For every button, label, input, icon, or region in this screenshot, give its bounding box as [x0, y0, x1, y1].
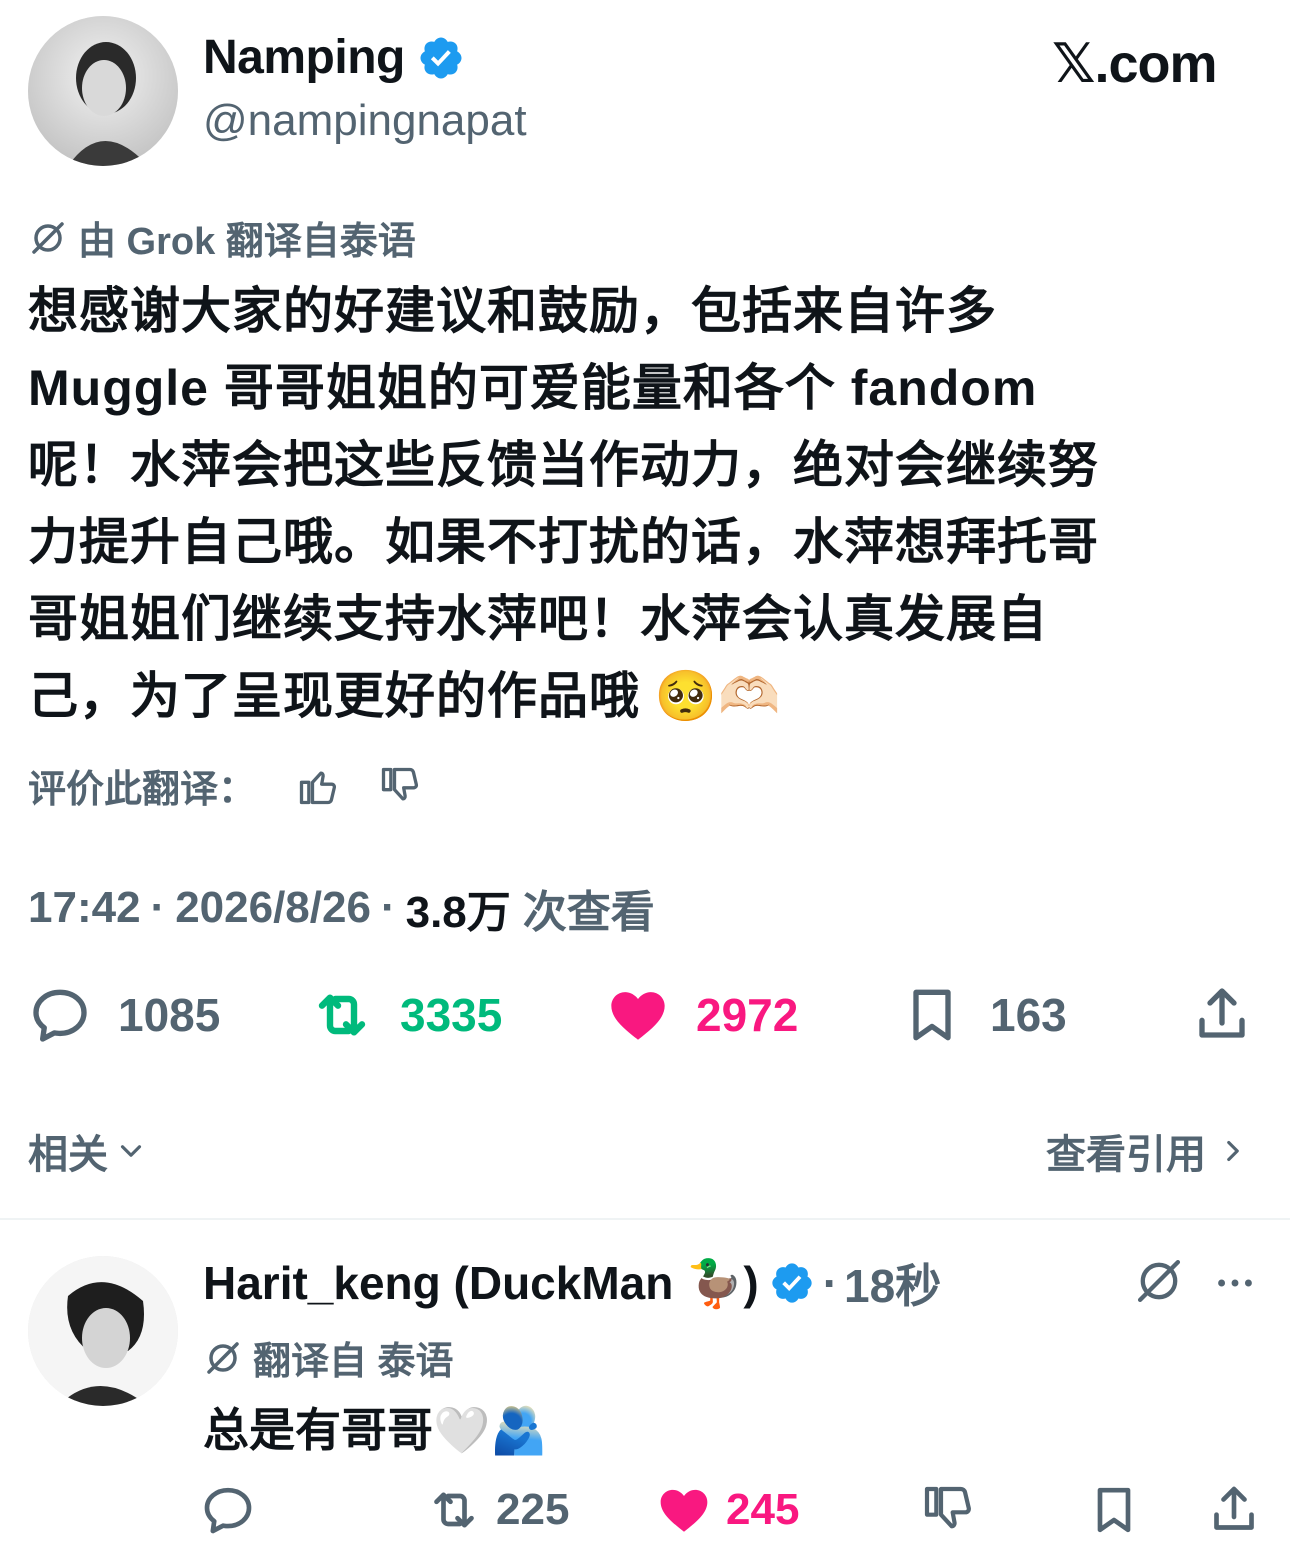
- author-handle[interactable]: @nampingnapat: [203, 96, 527, 146]
- reply-retweet-count: 225: [496, 1485, 570, 1534]
- grok-translate-icon[interactable]: [1132, 1254, 1186, 1308]
- view-label: 次查看: [522, 888, 655, 937]
- section-divider: [0, 1218, 1290, 1220]
- share-button[interactable]: [1190, 980, 1254, 1050]
- share-icon: [1199, 988, 1245, 1038]
- bookmark-button[interactable]: 163: [900, 980, 1067, 1050]
- view-quotes-label: 查看引用: [1046, 1133, 1206, 1177]
- reply-share-button[interactable]: [1206, 1478, 1262, 1542]
- bookmark-count: 163: [990, 989, 1067, 1041]
- rate-translation-label: 评价此翻译：: [28, 769, 257, 811]
- reply-translation-label[interactable]: 翻译自 泰语: [253, 1330, 454, 1385]
- reply-time[interactable]: 18秒: [844, 1250, 941, 1316]
- like-button[interactable]: 2972: [606, 980, 798, 1050]
- share-icon: [1214, 1486, 1254, 1530]
- author-avatar[interactable]: [28, 16, 178, 166]
- more-options-icon[interactable]: [1212, 1260, 1258, 1306]
- chevron-down-icon: [120, 1145, 142, 1157]
- grok-icon: [207, 1341, 239, 1374]
- reply-header: Harit_keng (DuckMan 🦆) · 18秒: [203, 1250, 941, 1316]
- verified-badge-icon: [772, 1263, 812, 1303]
- thumbs-down-icon: [924, 1486, 971, 1529]
- heart-filled-icon: [660, 1489, 708, 1532]
- like-count: 2972: [696, 989, 799, 1041]
- related-toggle[interactable]: 相关: [28, 1122, 148, 1180]
- view-quotes-link[interactable]: 查看引用: [1046, 1122, 1250, 1180]
- meta-separator: ·: [380, 883, 396, 932]
- reply-translation-row: 翻译自 泰语: [203, 1330, 454, 1385]
- reply-actions: 225 245: [200, 1478, 1270, 1542]
- reply-like-count: 245: [726, 1485, 800, 1534]
- retweet-count: 3335: [400, 989, 503, 1041]
- meta-separator: ·: [150, 883, 166, 932]
- reply-avatar[interactable]: [28, 1256, 178, 1406]
- reply-retweet-button[interactable]: 225: [426, 1478, 569, 1542]
- bookmark-icon: [913, 989, 951, 1041]
- reply-button[interactable]: 1085: [28, 980, 220, 1050]
- tweet-text: 想感谢大家的好建议和鼓励，包括来自许多 Muggle 哥哥姐姐的可爱能量和各个 …: [28, 283, 1099, 724]
- reply-count: 1085: [118, 989, 221, 1041]
- retweet-button[interactable]: 3335: [310, 980, 502, 1050]
- rate-translation-row: 评价此翻译：: [28, 758, 422, 813]
- translation-row: 由 Grok 翻译自泰语: [28, 210, 416, 265]
- reply-separator: ·: [822, 1257, 839, 1309]
- heart-filled-icon: [611, 992, 665, 1040]
- chevron-right-icon: [1227, 1140, 1239, 1162]
- tweet-time[interactable]: 17:42: [28, 883, 141, 933]
- grok-icon: [32, 221, 64, 254]
- tweet-meta: 17:42 · 2026/8/26 · 3.8万 次查看: [28, 876, 655, 940]
- verified-badge-icon: [420, 37, 462, 78]
- author-display-name[interactable]: Namping: [203, 30, 465, 85]
- translation-label[interactable]: 由 Grok 翻译自泰语: [78, 210, 416, 265]
- reply-dislike-button[interactable]: [920, 1478, 976, 1542]
- author-name-text: Namping: [203, 31, 405, 84]
- reply-display-name[interactable]: Harit_keng (DuckMan 🦆): [203, 1256, 759, 1311]
- thumbs-up-icon[interactable]: [296, 764, 340, 808]
- reply-bookmark-button[interactable]: [1086, 1478, 1142, 1542]
- tweet-actions: 1085 3335 2972 163: [28, 980, 1262, 1050]
- related-label: 相关: [28, 1133, 108, 1177]
- site-watermark: 𝕏.com: [1052, 34, 1218, 94]
- reply-like-button[interactable]: 245: [656, 1478, 799, 1542]
- reply-text: 总是有哥哥🤍🫂: [203, 1404, 548, 1456]
- retweet-icon: [434, 1492, 474, 1528]
- thumbs-down-icon[interactable]: [378, 764, 422, 808]
- reply-reply-button[interactable]: [200, 1478, 256, 1542]
- reply-icon: [33, 989, 87, 1042]
- tweet-date[interactable]: 2026/8/26: [175, 883, 371, 933]
- retweet-icon: [318, 994, 366, 1036]
- bookmark-icon: [1097, 1487, 1131, 1533]
- view-count: 3.8万: [405, 888, 511, 937]
- reply-icon: [204, 1487, 252, 1534]
